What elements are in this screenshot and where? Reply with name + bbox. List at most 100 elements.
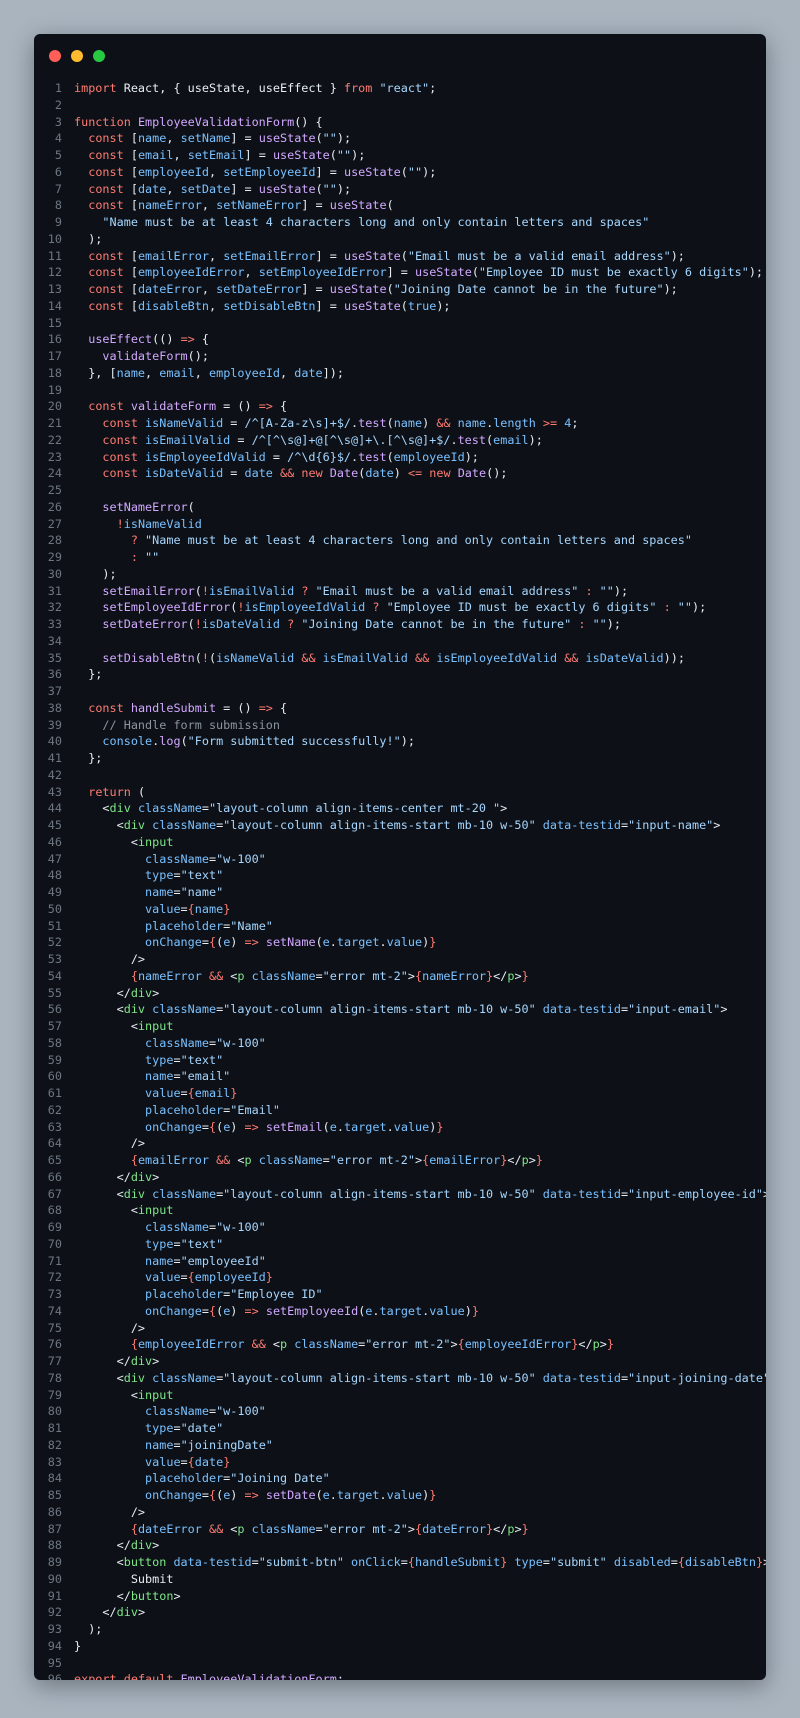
code-token: <: [74, 1203, 138, 1218]
code-token: (: [386, 449, 394, 464]
code-token: <: [265, 1337, 281, 1352]
code-token: =: [208, 1404, 217, 1419]
code-line: 46 <input: [34, 834, 766, 851]
code-token: "error mt-2": [365, 1337, 451, 1352]
code-token: "input-email": [628, 1002, 721, 1017]
code-token: setNameError: [102, 499, 188, 514]
code-token: =: [542, 1555, 550, 1569]
code-token: (: [471, 265, 479, 280]
code-line: 11 const [emailError, setEmailError] = u…: [34, 248, 766, 265]
code-token: (: [187, 617, 195, 631]
code-text: className="w-100": [74, 1219, 266, 1236]
code-token: <: [74, 818, 124, 832]
code-token: (: [315, 935, 323, 950]
code-token: div: [123, 1370, 146, 1385]
code-token: className: [152, 1370, 217, 1385]
line-number: 89: [47, 1555, 62, 1569]
code-token: !: [201, 583, 209, 598]
code-text: {employeeIdError && <p className="error …: [74, 1336, 614, 1353]
line-number: 37: [47, 684, 62, 698]
code-token: onClick: [351, 1555, 401, 1569]
code-token: =: [201, 1488, 209, 1502]
line-number: 85: [47, 1488, 62, 1502]
code-text: placeholder="Employee ID": [74, 1286, 323, 1303]
code-token: =: [173, 885, 181, 899]
code-token: validateForm: [102, 349, 188, 363]
code-text: };: [74, 750, 102, 767]
code-token: type: [514, 1555, 543, 1569]
code-token: /^\d{6}$/: [287, 449, 352, 464]
code-token: "Joining Date cannot be in the future": [393, 282, 664, 296]
code-token: >: [500, 801, 508, 816]
line-number: 6: [54, 164, 62, 179]
code-token: nameError: [137, 968, 202, 983]
code-text: <input: [74, 1018, 174, 1035]
code-line: 24 const isDateValid = date && new Date(…: [34, 465, 766, 482]
code-token: employeeId: [393, 449, 465, 464]
close-dot-icon[interactable]: [49, 50, 61, 62]
code-token: &&: [564, 650, 579, 665]
code-token: (: [187, 499, 195, 514]
code-line: 88 </div>: [34, 1537, 766, 1554]
code-token: disableBtn: [137, 298, 209, 313]
code-text: {emailError && <p className="error mt-2"…: [74, 1152, 543, 1169]
line-number: 34: [47, 633, 62, 648]
code-line: 38 const handleSubmit = () => {: [34, 700, 766, 717]
code-token: "": [677, 600, 692, 615]
code-text: const [employeeId, setEmployeeId] = useS…: [74, 164, 436, 181]
code-token: useState: [414, 265, 472, 280]
code-line: 82 name="joiningDate": [34, 1437, 766, 1454]
code-token: useEffect: [88, 332, 153, 347]
code-text: <input: [74, 1202, 174, 1219]
code-token: ,: [208, 248, 224, 263]
code-text: const isNameValid = /^[A-Za-z\s]+$/.test…: [74, 415, 578, 432]
code-token: value: [393, 1119, 430, 1134]
code-line: 56 <div className = "layout-column align-i…: [34, 1001, 766, 1018]
code-token: true: [407, 298, 437, 313]
code-token: >: [137, 1605, 146, 1620]
code-text: "Name must be at least 4 characters long…: [74, 214, 649, 231]
code-token: EmployeeValidationForm: [180, 1672, 337, 1680]
code-token: handleSubmit: [414, 1555, 501, 1569]
code-token: "Employee ID": [230, 1287, 323, 1301]
code-token: ] =: [315, 164, 344, 179]
line-number: 9: [54, 215, 62, 229]
line-number: 82: [47, 1437, 62, 1452]
line-number: 59: [47, 1052, 62, 1067]
line-number: 78: [47, 1370, 62, 1385]
code-token: placeholder: [145, 1102, 224, 1117]
code-token: default: [123, 1672, 174, 1680]
code-token: setEmployeeId: [223, 164, 316, 179]
code-line: 67 <div className = "layout-column align-i…: [34, 1186, 766, 1203]
code-token: setEmail: [265, 1119, 323, 1134]
code-line: 48 type="text": [34, 867, 766, 884]
code-token: setDate: [265, 1488, 316, 1502]
code-line: 49 name="name": [34, 884, 766, 901]
code-line: 44 <div className="layout-column align-i…: [34, 800, 766, 817]
code-token: =: [173, 1052, 181, 1067]
code-line: 87 {dateError && <p className="error mt-…: [34, 1521, 766, 1538]
code-line: 2: [34, 97, 766, 114]
code-token: useState: [258, 181, 316, 196]
code-token: div: [109, 801, 131, 816]
code-text: name="employeeId": [74, 1253, 266, 1270]
code-text: type="text": [74, 867, 223, 884]
code-token: </: [493, 1521, 508, 1536]
minimize-dot-icon[interactable]: [71, 50, 83, 62]
line-number: 69: [47, 1220, 62, 1234]
code-text: <div className = "layout-column align-item…: [74, 1186, 766, 1203]
zoom-dot-icon[interactable]: [93, 50, 105, 62]
